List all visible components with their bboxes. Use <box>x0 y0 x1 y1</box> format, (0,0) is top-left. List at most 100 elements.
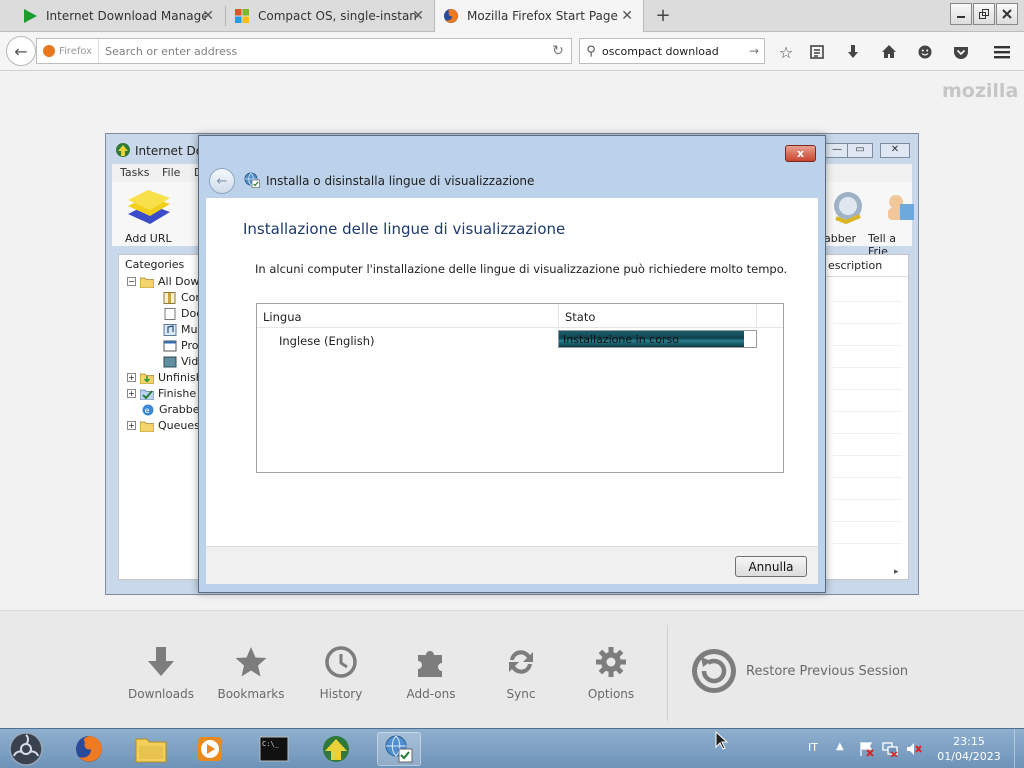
launcher-addons[interactable]: Add-ons <box>386 639 476 701</box>
close-tab-icon[interactable]: ✕ <box>412 8 424 24</box>
minimize-button[interactable] <box>950 3 972 25</box>
taskbar-idm[interactable] <box>314 732 358 766</box>
restore-button[interactable] <box>973 3 995 25</box>
tree-documents[interactable]: Doc <box>163 307 202 320</box>
taskbar-language-settings[interactable] <box>377 732 421 766</box>
menu-file[interactable]: File <box>162 166 180 179</box>
tree-compressed[interactable]: Cor <box>163 291 200 304</box>
tray-language-indicator[interactable]: IT <box>808 741 818 754</box>
install-progress-bar: Installazione in corso <box>558 330 757 348</box>
tree-programs[interactable]: Pro <box>163 339 198 352</box>
launcher-label: Options <box>587 687 635 701</box>
launcher-label: History <box>319 687 363 701</box>
close-tab-icon[interactable]: ✕ <box>621 8 633 24</box>
grabber-label[interactable]: abber <box>824 232 856 245</box>
command-prompt-icon: C:\_ <box>259 736 289 762</box>
clock-icon <box>325 646 357 678</box>
list-row-line <box>832 411 902 412</box>
tree-queues[interactable]: + Queues <box>127 419 200 432</box>
svg-text:C:\_: C:\_ <box>262 740 280 748</box>
restore-session-button[interactable]: Restore Previous Session <box>690 647 908 695</box>
description-column-header[interactable]: escription <box>824 255 908 277</box>
taskbar-clock[interactable]: 23:15 01/04/2023 <box>930 734 1008 764</box>
tree-grabber[interactable]: e Grabbe <box>141 403 200 416</box>
tell-a-friend-icon[interactable] <box>882 190 916 224</box>
close-tab-icon[interactable]: ✕ <box>202 8 214 24</box>
reload-icon[interactable]: ↻ <box>545 43 571 59</box>
expand-icon[interactable]: + <box>127 421 136 430</box>
tab-idm[interactable]: Internet Download Manage... ✕ <box>14 0 224 32</box>
new-tab-button[interactable]: + <box>652 5 674 26</box>
tree-all-downloads[interactable]: − All Dow <box>127 275 199 288</box>
action-center-flag-icon[interactable] <box>858 741 874 757</box>
column-header-status[interactable]: Stato <box>559 304 757 328</box>
launcher-divider <box>667 625 668 721</box>
tray-expand-icon[interactable]: ▲ <box>836 741 844 752</box>
column-header-language[interactable]: Lingua <box>257 304 559 328</box>
downloads-icon[interactable] <box>842 41 864 63</box>
tree-finished[interactable]: + Finishe <box>127 387 196 400</box>
show-desktop-button[interactable] <box>1014 729 1024 768</box>
idm-close-button[interactable]: ✕ <box>880 143 910 158</box>
file-explorer-icon <box>135 738 167 763</box>
download-arrow-icon <box>148 647 174 676</box>
taskbar-command-prompt[interactable]: C:\_ <box>252 732 296 766</box>
dialog-back-button[interactable]: ← <box>209 168 235 194</box>
maximize-icon: ▭ <box>855 144 865 155</box>
tab-firefox-start[interactable]: Mozilla Firefox Start Page ✕ <box>434 0 644 32</box>
expand-icon[interactable]: + <box>127 389 136 398</box>
search-input[interactable] <box>602 44 744 58</box>
download-list-panel: escription ▸ <box>823 254 909 580</box>
add-url-icon[interactable] <box>124 186 174 230</box>
taskbar-media-player[interactable] <box>188 732 232 766</box>
back-button[interactable]: ← <box>6 36 36 66</box>
hello-icon[interactable] <box>914 41 936 63</box>
close-window-button[interactable] <box>996 3 1018 25</box>
start-button-icon[interactable] <box>6 731 46 767</box>
search-go-icon[interactable]: → <box>744 44 764 58</box>
expand-icon[interactable]: + <box>127 373 136 382</box>
column-header-spacer <box>757 304 783 328</box>
navigation-toolbar: ← Firefox ↻ ⚲ → ☆ <box>0 33 1024 71</box>
network-icon[interactable] <box>882 741 898 757</box>
address-bar[interactable]: Firefox ↻ <box>36 38 572 64</box>
launcher-history[interactable]: History <box>296 639 386 701</box>
address-input[interactable] <box>99 44 545 58</box>
volume-icon[interactable] <box>906 741 922 757</box>
launcher-downloads[interactable]: Downloads <box>116 639 206 701</box>
menu-tasks[interactable]: Tasks <box>120 166 149 179</box>
reading-list-icon[interactable] <box>806 41 828 63</box>
launcher-bookmarks[interactable]: Bookmarks <box>206 639 296 701</box>
idm-play-icon <box>24 9 37 23</box>
list-row-line <box>832 433 902 434</box>
dialog-close-button[interactable]: x <box>785 145 816 162</box>
site-identity[interactable]: Firefox <box>37 39 100 63</box>
grabber-icon[interactable] <box>830 190 866 224</box>
tab-title: Mozilla Firefox Start Page <box>467 9 618 23</box>
taskbar-firefox[interactable] <box>67 732 111 766</box>
cancel-button[interactable]: Annulla <box>735 556 807 577</box>
dialog-header-title: Installa o disinstalla lingue di visuali… <box>266 174 535 188</box>
home-icon[interactable] <box>878 41 900 63</box>
launcher-sync[interactable]: Sync <box>476 639 566 701</box>
tab-strip: Internet Download Manage... ✕ Compact OS… <box>0 0 1024 32</box>
collapse-icon[interactable]: − <box>127 277 136 286</box>
bookmark-star-icon[interactable]: ☆ <box>775 41 797 63</box>
launcher-options[interactable]: Options <box>566 639 656 701</box>
scroll-right-icon[interactable]: ▸ <box>894 567 899 577</box>
search-bar[interactable]: ⚲ → <box>579 38 765 64</box>
tree-label: Finishe <box>158 387 197 400</box>
language-settings-icon <box>385 735 413 763</box>
restore-session-label: Restore Previous Session <box>746 663 909 679</box>
idm-maximize-button[interactable]: ▭ <box>847 143 873 158</box>
pocket-icon[interactable] <box>950 41 972 63</box>
categories-header: Categories <box>125 258 185 271</box>
taskbar: C:\_ IT ▲ 23:15 01/04/2023 <box>0 728 1024 768</box>
taskbar-file-explorer[interactable] <box>129 732 173 766</box>
search-icon[interactable]: ⚲ <box>580 44 602 59</box>
menu-icon[interactable] <box>991 41 1013 63</box>
add-url-label[interactable]: Add URL <box>125 232 172 245</box>
folder-icon <box>140 277 154 288</box>
tree-unfinished[interactable]: + Unfinish <box>127 371 203 384</box>
tab-compact-os[interactable]: Compact OS, single-instanc... ✕ <box>226 0 434 32</box>
